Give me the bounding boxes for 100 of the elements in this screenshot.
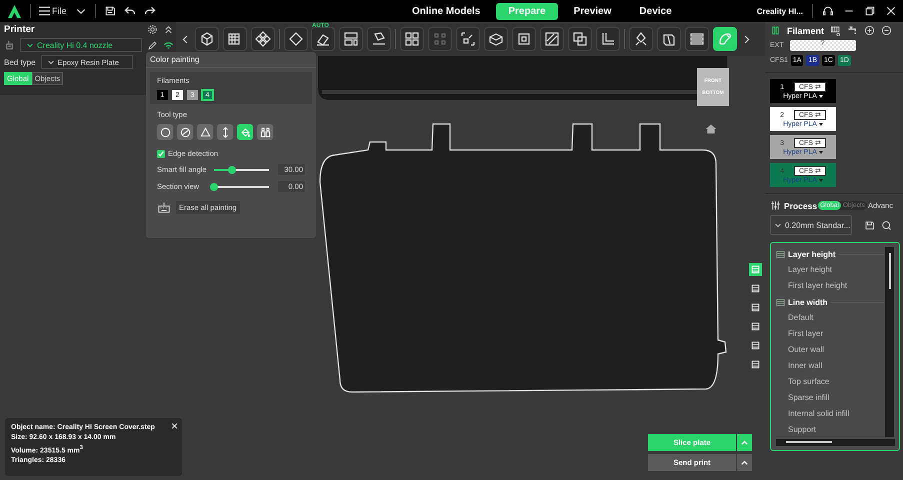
nav-tab[interactable]: Preview: [562, 2, 624, 20]
hollow-icon: [516, 31, 532, 47]
panel-title: Printer: [4, 24, 36, 35]
toolbar-button[interactable]: [195, 27, 219, 51]
group-icon: [776, 250, 785, 258]
scrollbar[interactable]: [776, 439, 895, 446]
split-parts-icon: [432, 31, 448, 47]
printer-icon: [4, 40, 15, 50]
printer-name[interactable]: Creality HI...: [756, 6, 803, 16]
boolean-icon: [572, 31, 588, 47]
expand-button[interactable]: [737, 454, 752, 471]
settings-icon[interactable]: [147, 24, 158, 35]
nav-tab[interactable]: Online Models: [400, 2, 492, 20]
collapse-icon[interactable]: [163, 24, 174, 35]
scale-icon: [460, 31, 476, 47]
settings-tab-icon[interactable]: [749, 320, 762, 333]
toolbar-button[interactable]: [338, 27, 363, 51]
close-icon[interactable]: [885, 5, 897, 17]
toolbar-button[interactable]: [366, 27, 391, 51]
settings-tab-icon[interactable]: [749, 282, 762, 295]
tool-type-button[interactable]: [157, 124, 173, 140]
chevron-up-icon: [740, 458, 749, 467]
toolbar-button[interactable]: [568, 27, 592, 51]
tool-type-button[interactable]: [237, 124, 253, 140]
filament-manager-icon[interactable]: [830, 25, 842, 36]
toolbar-button[interactable]: [628, 27, 653, 51]
toolbar-button[interactable]: [712, 27, 737, 51]
toolbar-button[interactable]: [251, 27, 275, 51]
toolbar-button[interactable]: [284, 27, 308, 51]
settings-tab-icon[interactable]: [749, 301, 762, 314]
settings-tab-icon[interactable]: [749, 358, 762, 371]
add-icon[interactable]: [864, 25, 876, 36]
file-menu[interactable]: File: [39, 6, 67, 16]
group-heading: Line width: [788, 298, 828, 306]
undo-icon[interactable]: [124, 5, 136, 17]
sphere-brush-icon: [180, 126, 190, 138]
wifi-icon[interactable]: [163, 40, 174, 50]
toolbar-button[interactable]: [456, 27, 480, 51]
scrollbar[interactable]: [885, 247, 894, 437]
keyboard-icon: [157, 200, 171, 214]
lay-on-face-icon: [370, 31, 387, 47]
setting-item[interactable]: Inner wall: [776, 358, 884, 374]
cut-icon: [488, 31, 504, 47]
setting-item[interactable]: Top surface: [776, 374, 884, 390]
toolbar-button[interactable]: [656, 27, 681, 51]
toolbar-button[interactable]: [310, 27, 335, 51]
toolbar-button[interactable]: [540, 27, 564, 51]
headset-icon[interactable]: [822, 5, 834, 17]
save-icon[interactable]: [864, 220, 875, 230]
setting-item[interactable]: First layer height: [776, 278, 884, 294]
toolbar-button[interactable]: [484, 27, 508, 51]
toolbar-button[interactable]: [684, 27, 709, 51]
panel-title: Filament: [787, 26, 824, 36]
setting-item[interactable]: Sparse infill: [776, 390, 884, 406]
corner-icon: [600, 31, 616, 47]
faucet-icon[interactable]: [847, 25, 858, 36]
panel-title: Color painting: [146, 52, 316, 68]
tool-type-button[interactable]: [177, 124, 193, 140]
nozzle-dropdown[interactable]: Creality Hi 0.4 nozzle: [20, 38, 142, 52]
circle-brush-icon: [160, 126, 170, 138]
group-heading: Layer height: [788, 250, 836, 258]
remove-icon[interactable]: [881, 25, 892, 36]
toolbar-button[interactable]: [223, 27, 247, 51]
orient-icon: [288, 31, 304, 47]
panel-title: Process: [784, 200, 818, 210]
add-cube-icon: [199, 31, 215, 47]
close-button[interactable]: ×: [170, 419, 178, 433]
setting-item[interactable]: Outer wall: [776, 342, 884, 358]
tool-type-button[interactable]: [197, 124, 213, 140]
home-icon[interactable]: [705, 123, 717, 135]
setting-item[interactable]: First layer: [776, 326, 884, 342]
layout-icon: [342, 31, 359, 47]
toolbar-button[interactable]: [400, 27, 424, 51]
tool-type-button[interactable]: [217, 124, 233, 140]
chevron-up-icon: [740, 438, 749, 447]
setting-item[interactable]: Default: [776, 310, 884, 326]
nav-tab[interactable]: Device: [627, 2, 684, 20]
slash-box-icon: [544, 31, 560, 47]
group-icon: [776, 298, 785, 306]
split-icon: [404, 31, 420, 47]
fill-bucket-icon: [240, 126, 250, 138]
setting-item[interactable]: Layer height: [776, 262, 884, 278]
restore-icon[interactable]: [864, 5, 876, 17]
setting-item[interactable]: Support: [776, 422, 884, 438]
paint-palette-icon: [716, 31, 733, 47]
gap-fill-icon: [260, 126, 270, 138]
edit-icon[interactable]: [147, 40, 158, 50]
filament-icon: [770, 25, 781, 36]
preset-dropdown[interactable]: 0.20mm Standar...: [770, 215, 852, 235]
app-logo: [7, 4, 22, 18]
tool-type-button[interactable]: [257, 124, 273, 140]
toolbar-button[interactable]: [596, 27, 620, 51]
redo-icon[interactable]: [144, 5, 156, 17]
search-icon[interactable]: [881, 220, 892, 230]
arrange-icon: [255, 31, 271, 47]
save-icon[interactable]: [104, 5, 116, 17]
toolbar-button[interactable]: [512, 27, 536, 51]
settings-tab-icon[interactable]: [749, 339, 762, 352]
setting-item[interactable]: Internal solid infill: [776, 406, 884, 422]
checkbox[interactable]: [157, 150, 165, 158]
